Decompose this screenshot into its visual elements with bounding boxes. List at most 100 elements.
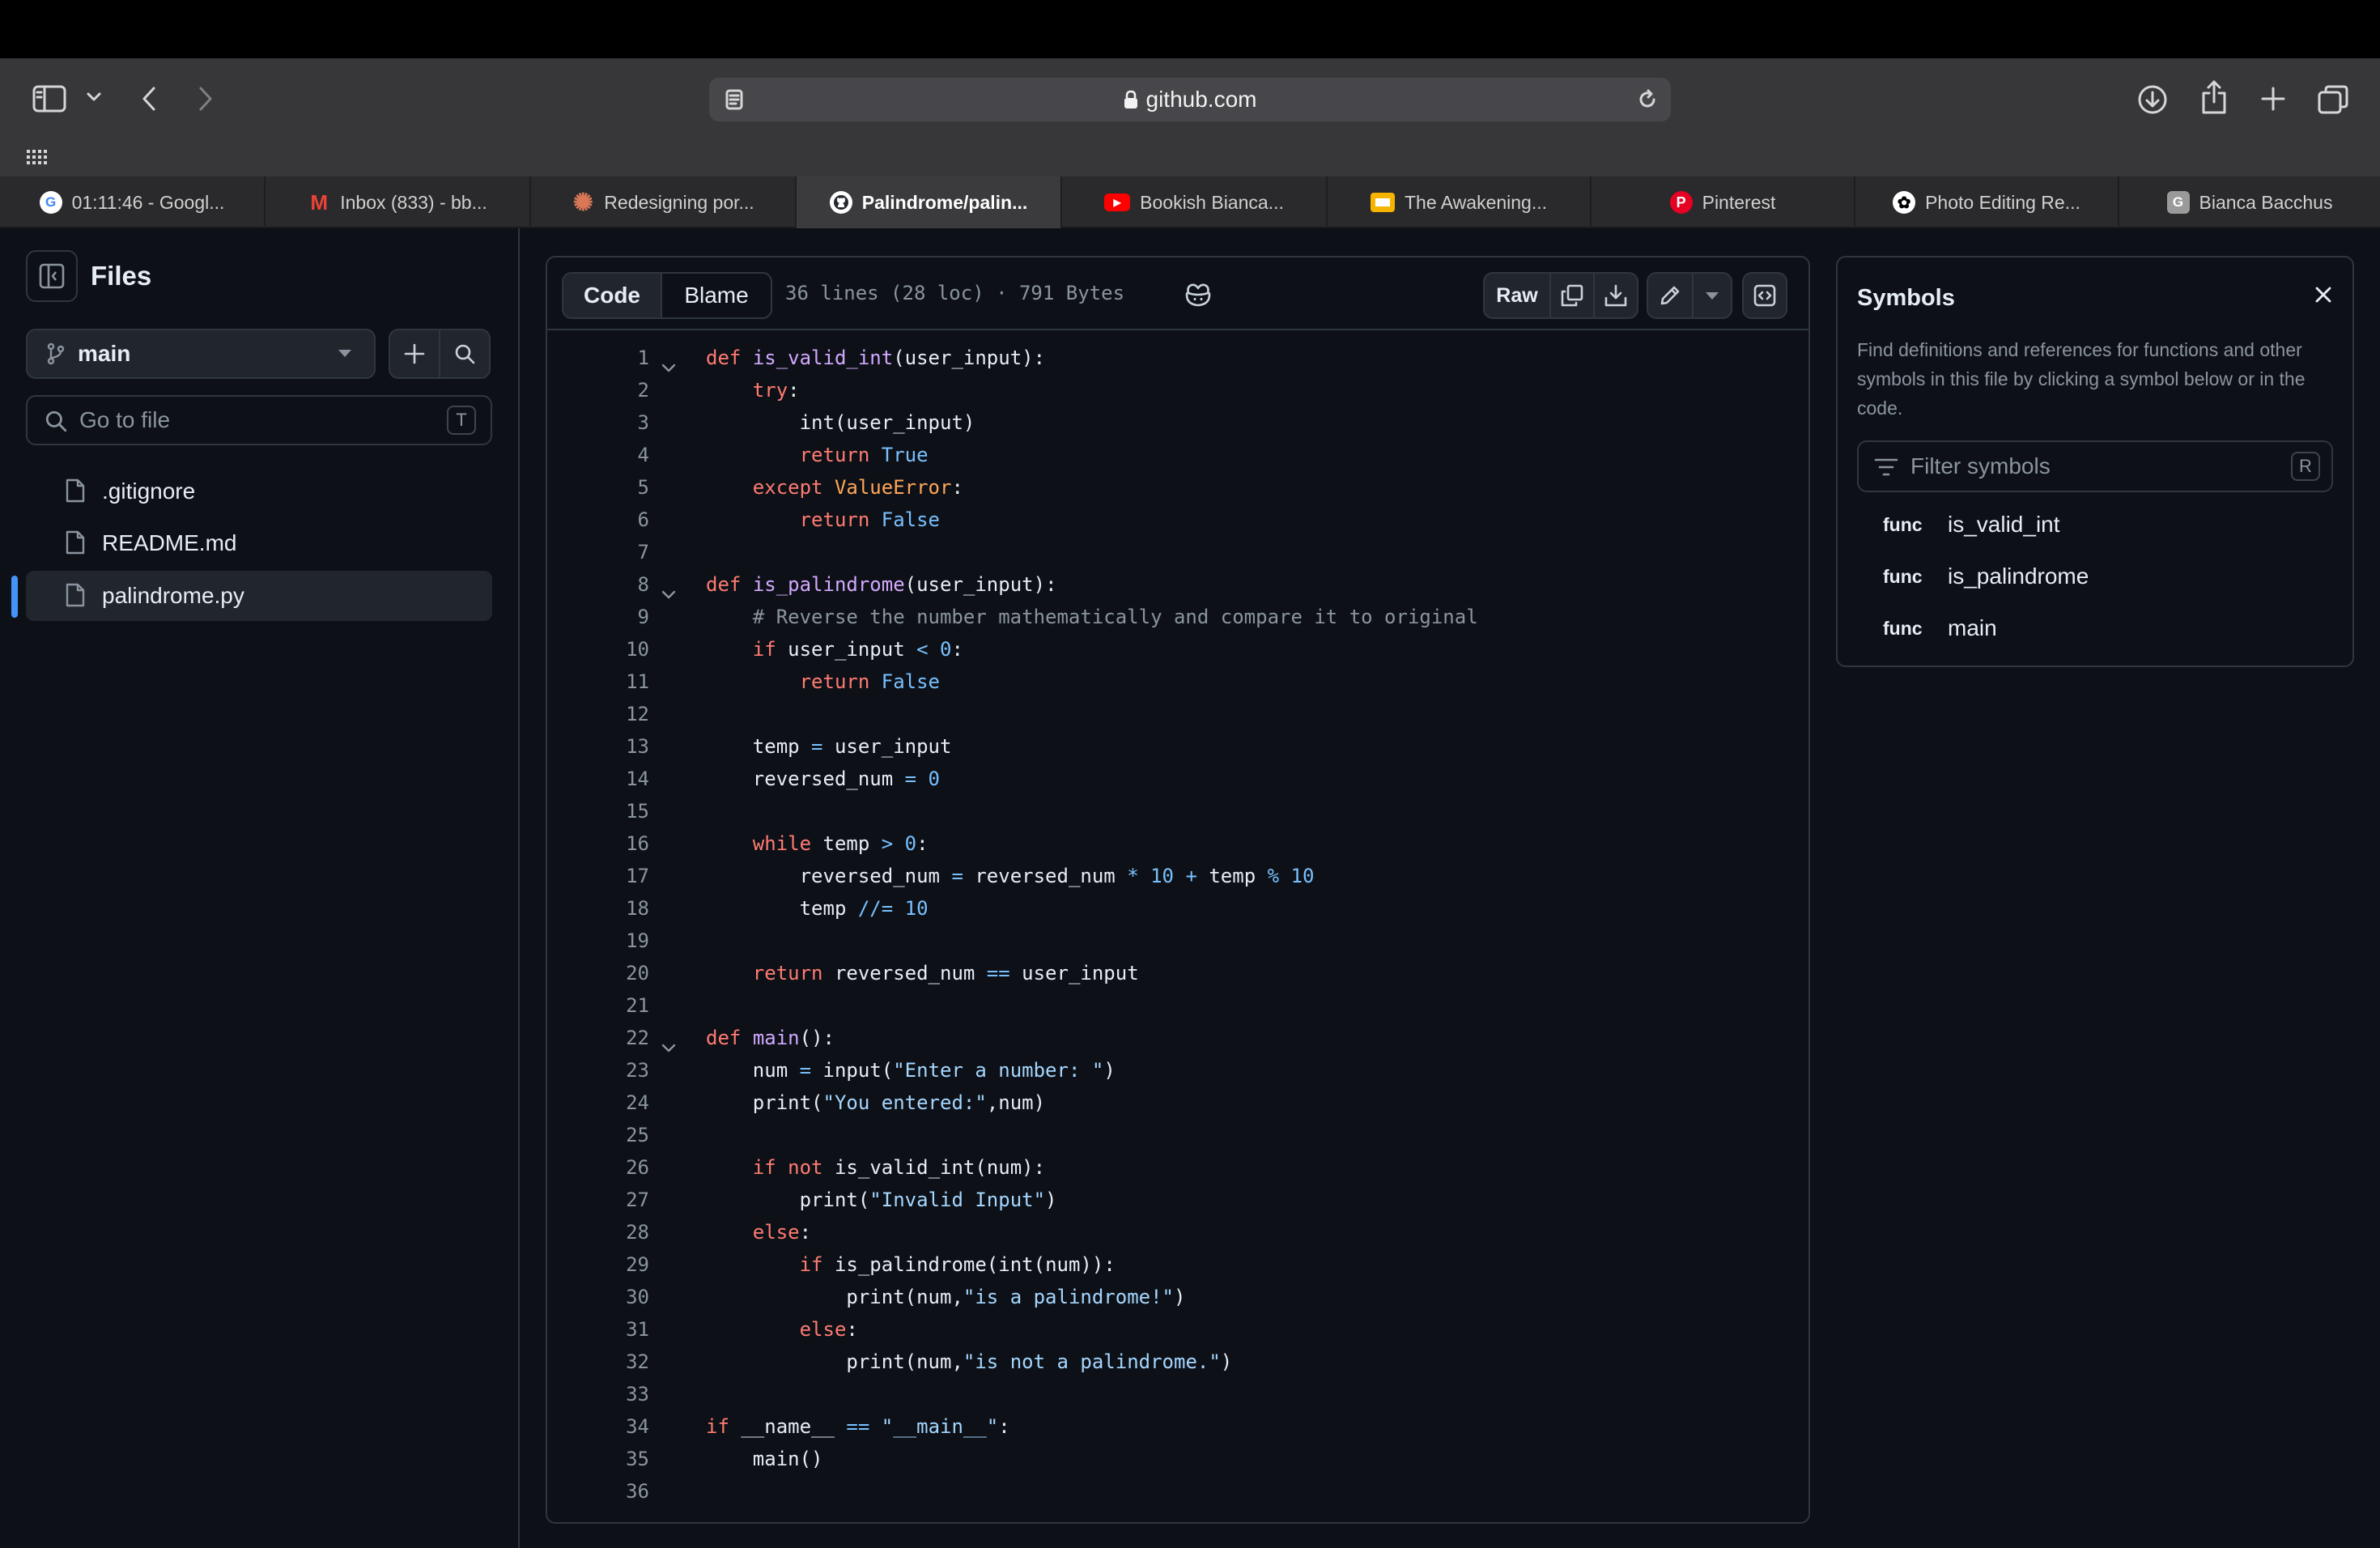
symbol-item[interactable]: func is_valid_int — [1883, 505, 2060, 544]
line-number[interactable]: 29 — [584, 1248, 649, 1281]
collapse-sidebar-button[interactable] — [26, 250, 78, 302]
code-text: reversed_num = 0 — [752, 768, 940, 790]
copy-raw-button[interactable] — [1549, 272, 1595, 319]
code-line: 30 print(num,"is a palindrome!") — [547, 1281, 1808, 1313]
line-number[interactable]: 34 — [584, 1410, 649, 1443]
line-number[interactable]: 36 — [584, 1475, 649, 1508]
code-line: 23 num = input("Enter a number: ") — [547, 1054, 1808, 1087]
tab-overview-grid-icon[interactable] — [26, 147, 49, 167]
code-line: 20 return reversed_num == user_input — [547, 957, 1808, 989]
line-number[interactable]: 7 — [584, 536, 649, 568]
new-tab-icon[interactable] — [2257, 83, 2289, 115]
code-line: 7 — [547, 536, 1808, 568]
line-number[interactable]: 5 — [584, 471, 649, 504]
line-number[interactable]: 35 — [584, 1443, 649, 1475]
symbol-item[interactable]: func is_palindrome — [1883, 557, 2089, 596]
branch-selector[interactable]: main — [26, 329, 376, 379]
search-files-button[interactable] — [439, 329, 491, 379]
line-number[interactable]: 27 — [584, 1184, 649, 1216]
line-number[interactable]: 24 — [584, 1087, 649, 1119]
line-number[interactable]: 2 — [584, 374, 649, 406]
reload-icon[interactable] — [1635, 87, 1660, 112]
line-number[interactable]: 26 — [584, 1151, 649, 1184]
download-icon[interactable] — [2136, 83, 2170, 117]
line-number[interactable]: 14 — [584, 763, 649, 795]
line-number[interactable]: 21 — [584, 989, 649, 1022]
line-number[interactable]: 28 — [584, 1216, 649, 1248]
address-bar[interactable]: github.com — [709, 78, 1671, 121]
line-number[interactable]: 6 — [584, 504, 649, 536]
tab-overview-icon[interactable] — [2315, 83, 2351, 117]
browser-tab-active[interactable]: Palindrome/palin... — [797, 176, 1062, 228]
code-text: if not is_valid_int(num): — [752, 1156, 1046, 1179]
browser-tab[interactable]: G 01:11:46 - Googl... — [0, 176, 266, 228]
close-icon[interactable] — [2312, 283, 2335, 310]
code-line: 19 — [547, 925, 1808, 957]
line-number[interactable]: 15 — [584, 795, 649, 827]
search-icon — [453, 342, 476, 365]
filter-symbols-input[interactable]: Filter symbols R — [1857, 440, 2333, 492]
browser-tab[interactable]: The Awakening... — [1328, 176, 1592, 228]
line-number[interactable]: 31 — [584, 1313, 649, 1346]
browser-tab[interactable]: M Inbox (833) - bb... — [266, 176, 531, 228]
browser-tab[interactable]: ✺ Redesigning por... — [531, 176, 797, 228]
file-icon — [65, 478, 86, 509]
line-number[interactable]: 23 — [584, 1054, 649, 1087]
browser-tab[interactable]: P Pinterest — [1592, 176, 1855, 228]
chevron-down-icon[interactable] — [84, 87, 104, 107]
file-item-selected[interactable]: palindrome.py — [26, 571, 492, 621]
line-number[interactable]: 9 — [584, 601, 649, 633]
code-line: 13 temp = user_input — [547, 730, 1808, 763]
code-line: 32 print(num,"is not a palindrome.") — [547, 1346, 1808, 1378]
git-branch-icon — [47, 342, 65, 365]
edit-menu-button[interactable] — [1692, 272, 1732, 319]
line-number[interactable]: 22 — [584, 1022, 649, 1054]
sidebar-toggle-icon[interactable] — [31, 83, 68, 115]
pencil-icon — [1659, 284, 1681, 307]
back-icon[interactable] — [136, 83, 162, 115]
line-number[interactable]: 32 — [584, 1346, 649, 1378]
symbol-item[interactable]: func main — [1883, 609, 1997, 648]
copilot-icon[interactable] — [1182, 279, 1214, 311]
code-line: 9 # Reverse the number mathematically an… — [547, 601, 1808, 633]
line-number[interactable]: 20 — [584, 957, 649, 989]
code-tab[interactable]: Code — [563, 274, 662, 317]
line-number[interactable]: 10 — [584, 633, 649, 666]
line-number[interactable]: 16 — [584, 827, 649, 860]
blame-tab[interactable]: Blame — [662, 274, 771, 317]
code-text: except ValueError: — [752, 476, 963, 499]
line-number[interactable]: 17 — [584, 860, 649, 892]
line-number[interactable]: 25 — [584, 1119, 649, 1151]
pinterest-icon: P — [1669, 191, 1693, 214]
plus-icon — [403, 342, 426, 365]
line-number[interactable]: 19 — [584, 925, 649, 957]
raw-button[interactable]: Raw — [1483, 272, 1551, 319]
code-line: 33 — [547, 1378, 1808, 1410]
browser-tab[interactable]: ▶ Bookish Bianca... — [1062, 176, 1328, 228]
line-number[interactable]: 12 — [584, 698, 649, 730]
file-item[interactable]: README.md — [26, 518, 492, 568]
address-text: github.com — [1145, 87, 1257, 112]
file-name: .gitignore — [102, 478, 196, 504]
line-number[interactable]: 33 — [584, 1378, 649, 1410]
line-number[interactable]: 18 — [584, 892, 649, 925]
line-number[interactable]: 4 — [584, 439, 649, 471]
symbols-panel-button[interactable] — [1742, 272, 1787, 319]
line-number[interactable]: 30 — [584, 1281, 649, 1313]
line-number[interactable]: 11 — [584, 666, 649, 698]
line-number[interactable]: 3 — [584, 406, 649, 439]
forward-icon[interactable] — [193, 83, 219, 115]
go-to-file-input[interactable]: Go to file T — [26, 395, 492, 445]
share-icon[interactable] — [2197, 78, 2231, 117]
symbols-title: Symbols — [1857, 285, 1955, 311]
line-number[interactable]: 8 — [584, 568, 649, 601]
line-number[interactable]: 13 — [584, 730, 649, 763]
file-item[interactable]: .gitignore — [26, 466, 492, 517]
browser-tab[interactable]: G Bianca Bacchus — [2119, 176, 2380, 228]
code-line: 17 reversed_num = reversed_num * 10 + te… — [547, 860, 1808, 892]
line-number[interactable]: 1 — [584, 342, 649, 374]
download-raw-button[interactable] — [1593, 272, 1638, 319]
browser-tab[interactable]: ✿ Photo Editing Re... — [1855, 176, 2119, 228]
edit-button[interactable] — [1647, 272, 1694, 319]
add-file-button[interactable] — [389, 329, 440, 379]
